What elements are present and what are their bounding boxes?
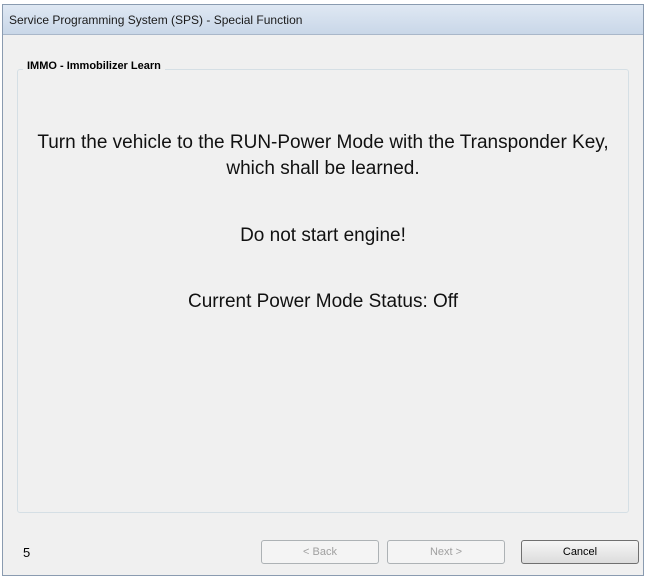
window-title: Service Programming System (SPS) - Speci… bbox=[9, 13, 303, 27]
step-number: 5 bbox=[23, 545, 31, 560]
instruction-line-2: which shall be learned. bbox=[226, 158, 420, 179]
next-button[interactable]: Next > bbox=[387, 540, 505, 564]
sps-dialog-window: Service Programming System (SPS) - Speci… bbox=[2, 4, 644, 576]
cancel-button[interactable]: Cancel bbox=[521, 540, 639, 564]
instruction-line-1: Turn the vehicle to the RUN-Power Mode w… bbox=[37, 132, 609, 153]
group-title: IMMO - Immobilizer Learn bbox=[23, 60, 165, 72]
engine-warning: Do not start engine! bbox=[240, 225, 406, 246]
back-button[interactable]: < Back bbox=[261, 540, 379, 564]
power-mode-status: Current Power Mode Status: Off bbox=[188, 291, 458, 312]
title-bar[interactable]: Service Programming System (SPS) - Speci… bbox=[3, 5, 643, 35]
